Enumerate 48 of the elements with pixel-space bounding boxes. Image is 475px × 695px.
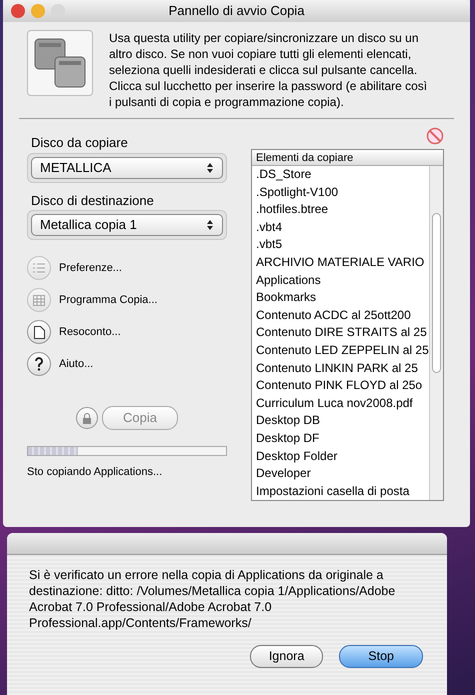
help-button[interactable] (27, 352, 51, 376)
list-icon (33, 263, 45, 273)
lock-button[interactable] (76, 406, 98, 429)
list-item[interactable]: Desktop Folder (252, 448, 430, 466)
list-item[interactable]: .vbt4 (252, 218, 430, 236)
list-item[interactable]: .DS_Store (252, 166, 430, 184)
stepper-arrows-icon (206, 162, 214, 174)
report-button[interactable] (27, 320, 51, 344)
list-item[interactable]: ARCHIVIO MATERIALE VARIO (252, 254, 430, 272)
error-message: Si è verificato un errore nella copia di Applications da originale a destinazione: ditto: /Volumes/Metallica copia 1/Applications/Adobe Acrobat 7.0 Professional/Adobe Acrobat 7.0 Professional.app/Contents/Frameworks/ (28, 567, 396, 631)
list-item[interactable]: Contenuto LED ZEPPELIN al 25 (252, 342, 430, 360)
list-item[interactable]: .Spotlight-V100 (252, 184, 430, 202)
source-disk-label: Disco da copiare (31, 134, 129, 152)
document-icon (34, 326, 44, 338)
list-item[interactable]: Contenuto DIRE STRAITS al 25 (252, 324, 430, 342)
padlock-icon (82, 412, 92, 424)
question-mark-icon (34, 357, 44, 371)
list-item[interactable]: Bookmarks (252, 289, 430, 307)
default-button[interactable]: Stop (339, 645, 423, 668)
hard-drives-icon (33, 37, 87, 89)
list-item[interactable]: Desktop DB (252, 412, 430, 430)
stepper-arrows-icon (206, 219, 214, 231)
list-item[interactable]: Curriculum Luca nov2008.pdf (252, 394, 430, 412)
list-item[interactable]: Contenuto LINKIN PARK al 25 (252, 360, 430, 378)
list-item[interactable]: .hotfiles.btree (252, 201, 430, 219)
list-item[interactable]: Applications (252, 272, 430, 290)
scroll-thumb[interactable] (432, 213, 441, 374)
window-title: Pannello di avvio Copia (168, 3, 304, 18)
prohibited-icon[interactable] (426, 127, 444, 145)
list-item[interactable]: Contenuto PINK FLOYD al 25o (252, 377, 430, 395)
action-label[interactable]: Aiuto... (59, 356, 94, 372)
scroll-bar[interactable] (429, 166, 443, 500)
list-item[interactable]: Contenuto ACDC al 25ott200 (252, 306, 430, 324)
source-disk-dropdown[interactable]: METALLICA (31, 156, 223, 178)
list-item[interactable]: Impostazioni casella di posta (252, 482, 430, 500)
list-item[interactable]: .vbt5 (252, 236, 430, 254)
destination-disk-label: Disco di destinazione (31, 192, 155, 210)
column-header[interactable]: Elementi da copiare (252, 150, 443, 166)
list-item[interactable]: Desktop DF (252, 430, 430, 448)
action-label[interactable]: Resoconto... (59, 324, 121, 340)
description-text: Usa questa utility per copiare/sincronizzare un disco su un altro disco. Se non vuoi copiare tutti gli elementi elencati, seleziona quelli indesiderati e clicca sul pulsante cancella. Clicca sul lucchetto per inserire la password (e abilitare così i pulsanti di copia e programmazione copia). (109, 30, 428, 110)
calendar-icon (33, 294, 45, 306)
destination-disk-dropdown[interactable]: Metallica copia 1 (31, 214, 223, 236)
list-item[interactable]: Developer (252, 465, 430, 483)
minimize-button[interactable] (31, 4, 45, 18)
status-text: Sto copiando Applications... (27, 464, 164, 480)
close-button[interactable] (11, 4, 25, 18)
dialog-button[interactable]: Ignora (250, 645, 324, 668)
